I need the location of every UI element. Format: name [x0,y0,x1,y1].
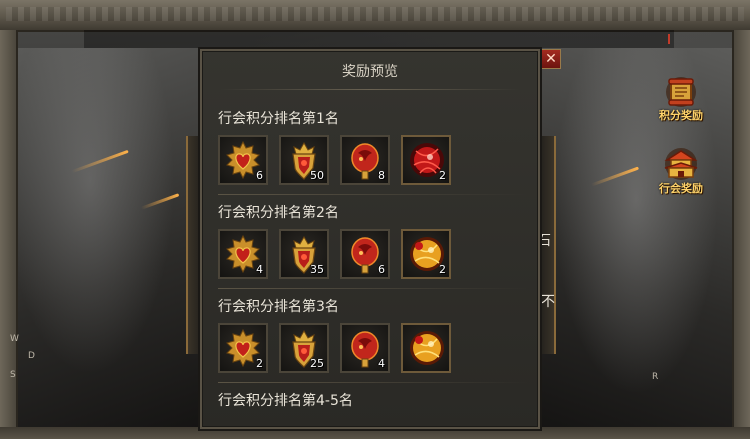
rank-title: 行会积分排名第1名 [218,111,339,127]
reward-slot[interactable]: 4 [340,323,390,373]
points-reward-label: 积分奖励 [659,109,703,122]
reward-item-row: 6 50 8 2 [218,135,528,185]
reward-slot[interactable]: 25 [279,323,329,373]
reward-slot[interactable]: 2 [401,229,451,279]
guild-reward-button[interactable]: 行会奖励 [650,146,712,196]
reward-item-row: 4 35 6 2 [218,229,528,279]
dialog-title: 奖励预览 [342,64,398,80]
pagoda-icon [664,148,698,180]
reward-slot[interactable]: 6 [218,135,268,185]
reward-slot[interactable]: 4 [218,229,268,279]
guild-reward-label: 行会奖励 [659,182,703,195]
rank-title: 行会积分排名第3名 [218,299,339,315]
item-count: 4 [378,357,385,370]
minimap-letter-r: R [652,372,659,382]
reward-slot[interactable]: 6 [340,229,390,279]
item-count: 25 [310,357,324,370]
red-marker [668,34,670,44]
rank-title: 行会积分排名第2名 [218,205,339,221]
title-divider [220,89,520,90]
item-count: 50 [310,169,324,182]
reward-slot[interactable]: 2 [218,323,268,373]
battlefield-left-background [18,48,198,428]
reward-slot[interactable] [401,323,451,373]
item-count: 6 [378,263,385,276]
item-count: 4 [256,263,263,276]
background-panel-text: 不 [541,294,555,310]
item-count: 6 [256,169,263,182]
rank-divider [218,194,528,195]
game-screen: W D S R 石 不 积分奖励 行会奖励 ✕ 奖励预览 行会积分排名第1名 6… [0,0,750,439]
reward-slot[interactable]: 8 [340,135,390,185]
item-count: 35 [310,263,324,276]
rank-section: 行会积分排名第2名 4 35 6 2 [218,202,528,289]
scroll-icon [666,77,696,107]
reward-slot[interactable]: 50 [279,135,329,185]
rank-divider [218,288,528,289]
rank-section: 行会积分排名第3名 2 25 4 [218,296,528,383]
item-count: 2 [256,357,263,370]
rank-section: 行会积分排名第4-5名 [218,390,528,410]
reward-slot[interactable]: 2 [401,135,451,185]
rank-section: 行会积分排名第1名 6 50 8 2 [218,108,528,195]
reward-preview-dialog: 奖励预览 行会积分排名第1名 6 50 8 2 行会积分排名第2名 4 35 6… [198,47,542,431]
minimap-letter-w: W [10,334,19,344]
points-reward-button[interactable]: 积分奖励 [650,75,712,123]
item-count: 2 [439,263,446,276]
reward-item-row: 2 25 4 [218,323,528,373]
frame-right-border [732,30,750,439]
golden-orb-icon [410,331,444,365]
frame-top-border [0,0,750,32]
minimap-letter-s: S [10,370,16,380]
rank-title: 行会积分排名第4-5名 [218,393,353,409]
rank-divider [218,382,528,383]
item-count: 8 [378,169,385,182]
item-count: 2 [439,169,446,182]
reward-slot[interactable]: 35 [279,229,329,279]
close-button[interactable]: ✕ [541,49,561,69]
minimap-letter-d: D [28,351,35,361]
top-status-bar [84,30,674,48]
